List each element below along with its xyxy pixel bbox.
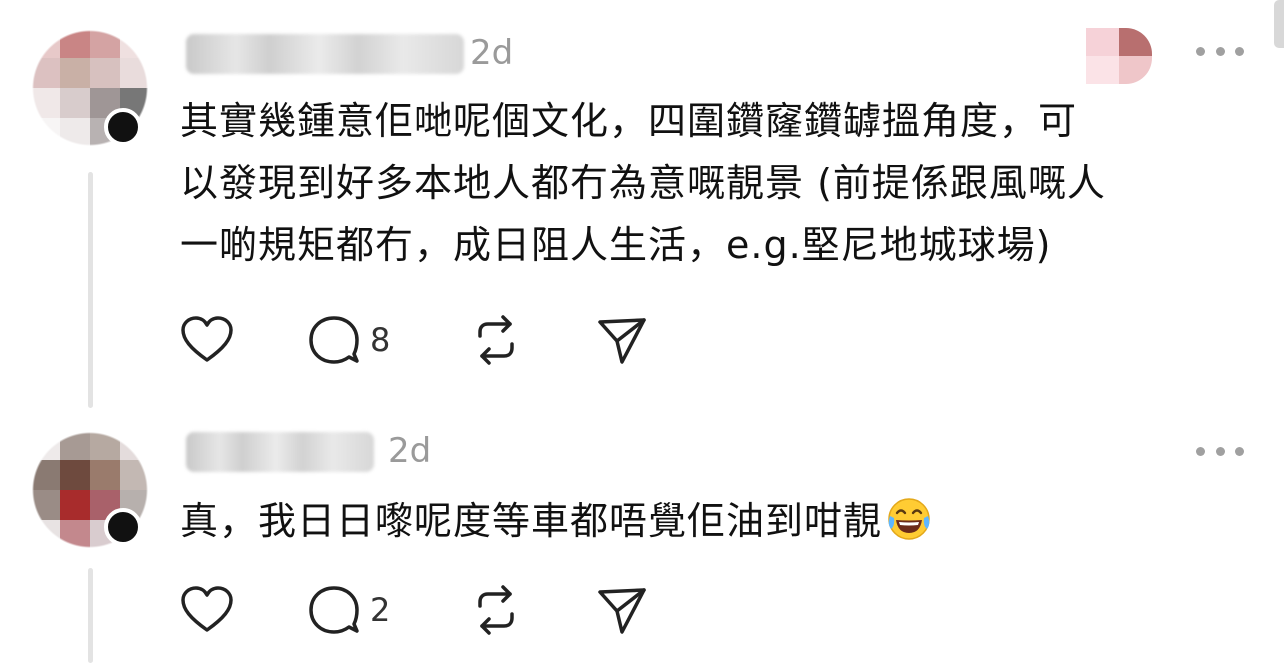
comment-icon (309, 316, 359, 364)
comment-text-body: 真，我日日嚟呢度等車都唔覺佢油到咁靚 (180, 499, 883, 543)
scrollbar-thumb[interactable] (1274, 0, 1284, 48)
more-options-icon[interactable] (1196, 441, 1244, 461)
comment-text: 其實幾鍾意佢哋呢個文化，四圍鑽窿鑽罅搵角度，可 以發現到好多本地人都冇為意嘅靚景… (180, 99, 1106, 267)
repost-icon (478, 585, 514, 635)
heart-icon (181, 586, 233, 632)
thread-line (88, 172, 93, 408)
share-button[interactable] (596, 312, 648, 368)
username-blurred[interactable] (186, 34, 464, 74)
reply-count: 2 (370, 591, 391, 629)
share-icon (598, 318, 646, 364)
share-icon (598, 588, 646, 634)
tagged-user-blurred[interactable] (1086, 28, 1152, 84)
comment-text: 真，我日日嚟呢度等車都唔覺佢油到咁靚 (180, 490, 1265, 552)
follow-badge[interactable] (104, 108, 142, 146)
repost-button[interactable] (470, 582, 522, 638)
like-button[interactable] (180, 312, 234, 368)
repost-button[interactable] (470, 312, 522, 368)
reply-count: 8 (370, 321, 391, 359)
timestamp: 2d (470, 33, 514, 73)
action-bar: 8 (180, 312, 700, 368)
action-bar: 2 (180, 582, 700, 638)
follow-badge[interactable] (104, 508, 142, 546)
timestamp: 2d (388, 431, 432, 471)
comment-button[interactable]: 8 (308, 312, 390, 368)
more-options-icon[interactable] (1196, 41, 1244, 61)
face-with-tears-of-joy-icon (888, 498, 930, 540)
repost-icon (478, 315, 514, 365)
thread-line (88, 568, 93, 663)
comment-button[interactable]: 2 (308, 582, 390, 638)
username-blurred[interactable] (186, 432, 374, 472)
comment-icon (309, 586, 359, 634)
heart-icon (181, 316, 233, 362)
like-button[interactable] (180, 582, 234, 638)
share-button[interactable] (596, 582, 648, 638)
